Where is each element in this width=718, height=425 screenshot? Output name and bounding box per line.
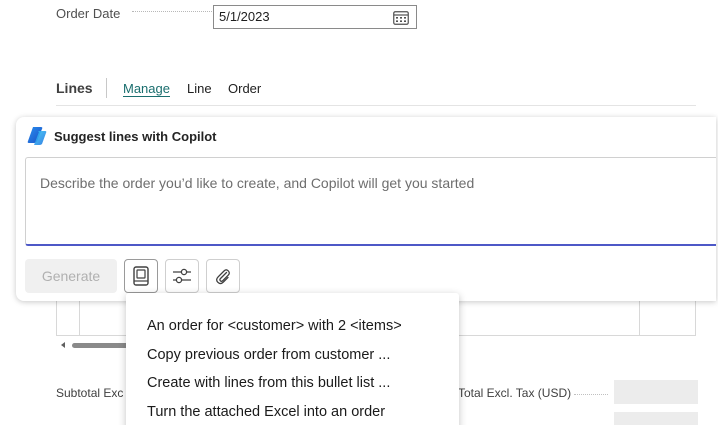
menu-item-copy-previous-order[interactable]: Copy previous order from customer ... — [147, 347, 390, 363]
settings-button[interactable] — [165, 259, 199, 293]
total-excl-tax-label: Total Excl. Tax (USD) — [458, 386, 572, 400]
calendar-icon[interactable] — [393, 10, 409, 25]
menu-item-order-for-customer[interactable]: An order for <customer> with 2 <items> — [147, 318, 402, 334]
total-leader-dots — [574, 394, 608, 395]
copilot-prompt-input[interactable]: Describe the order you’d like to create,… — [25, 157, 716, 246]
tab-manage[interactable]: Manage — [123, 81, 170, 96]
attach-button[interactable] — [206, 259, 240, 293]
prompt-suggestions-menu: An order for <customer> with 2 <items> C… — [126, 293, 459, 425]
menu-item-excel-to-order[interactable]: Turn the attached Excel into an order — [147, 404, 385, 420]
order-date-row: Order Date — [56, 6, 120, 21]
prompt-guide-button[interactable] — [124, 259, 158, 293]
scroll-left-arrow-icon[interactable] — [61, 342, 65, 348]
total-excl-tax-value — [614, 380, 698, 404]
tab-line[interactable]: Line — [187, 81, 212, 96]
total-value — [614, 412, 698, 425]
subtotal-label: Subtotal Exc — [56, 386, 124, 400]
copilot-logo-icon — [27, 127, 47, 145]
paperclip-icon — [216, 269, 230, 285]
copilot-prompt-placeholder: Describe the order you’d like to create,… — [40, 175, 475, 191]
lines-header: Lines Manage Line Order — [56, 78, 696, 106]
grid-column-divider — [79, 300, 80, 335]
lines-divider — [106, 78, 107, 98]
order-date-input[interactable]: 5/1/2023 — [213, 5, 417, 29]
menu-item-create-from-bullet-list[interactable]: Create with lines from this bullet list … — [147, 375, 390, 391]
tab-order[interactable]: Order — [228, 81, 261, 96]
copilot-suggest-panel: Suggest lines with Copilot Describe the … — [16, 117, 716, 301]
prompt-book-icon — [133, 266, 149, 286]
copilot-title: Suggest lines with Copilot — [54, 128, 217, 144]
generate-button[interactable]: Generate — [25, 259, 117, 293]
grid-column-divider — [639, 300, 640, 335]
order-date-label: Order Date — [56, 6, 121, 21]
lines-title: Lines — [56, 80, 93, 96]
sliders-icon — [173, 268, 191, 284]
order-date-value: 5/1/2023 — [219, 9, 270, 24]
copilot-header: Suggest lines with Copilot — [26, 126, 217, 146]
